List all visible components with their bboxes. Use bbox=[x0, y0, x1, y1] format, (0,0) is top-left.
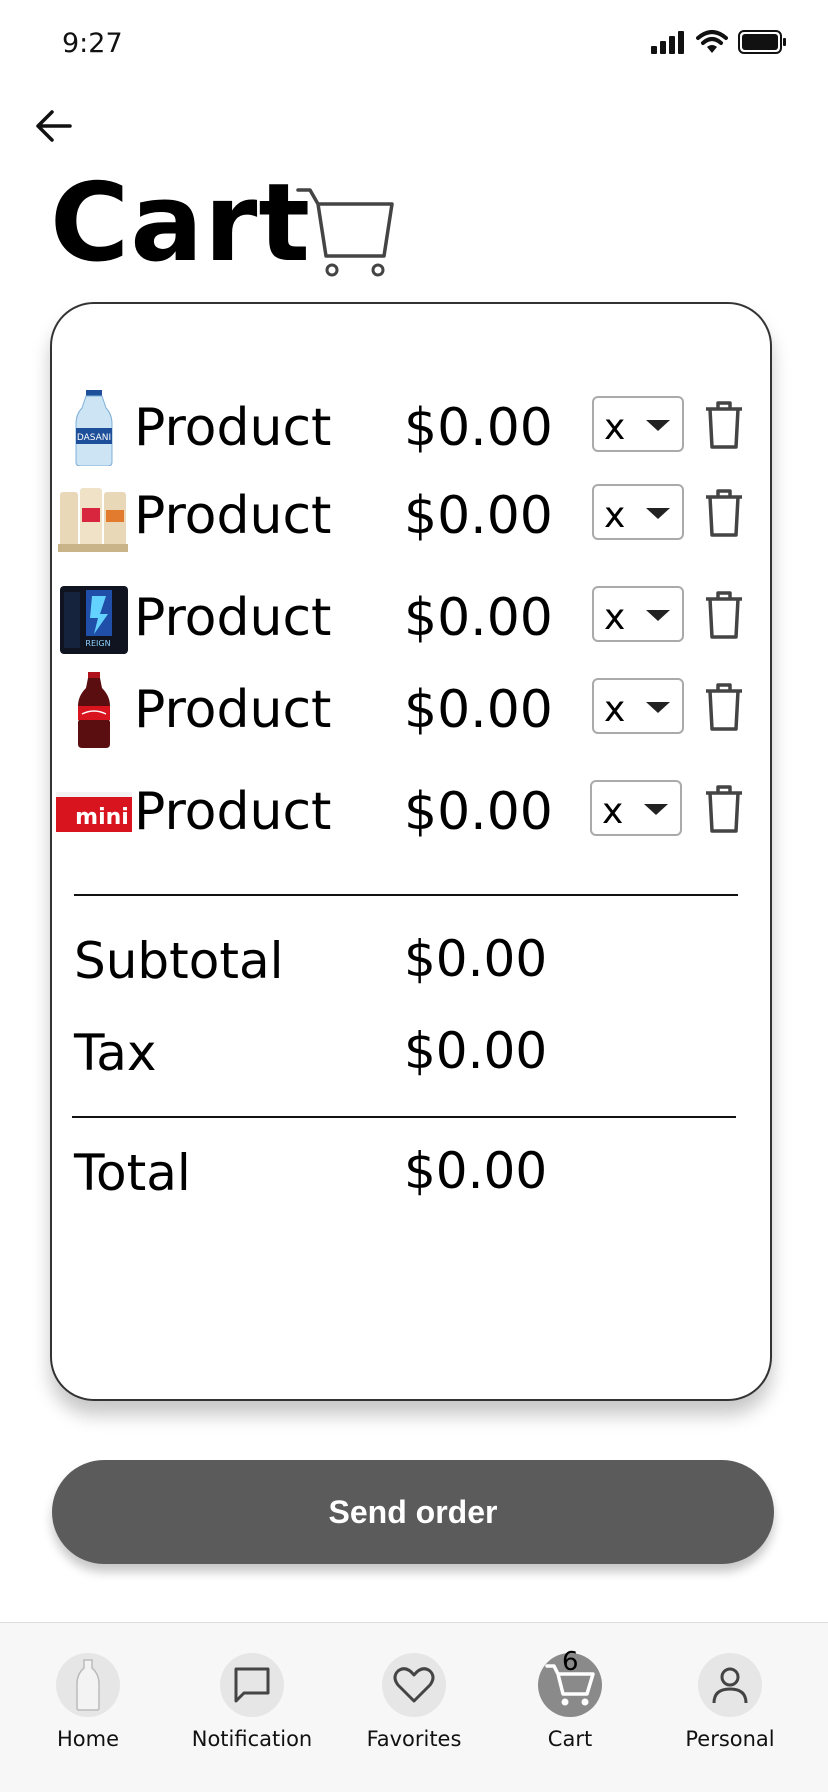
item-name: Product bbox=[134, 782, 332, 842]
caret-down-icon bbox=[646, 702, 670, 713]
tab-icon-circle bbox=[698, 1653, 762, 1717]
subtotal-value: $0.00 bbox=[404, 930, 548, 988]
cola-bottle-thumbnail bbox=[78, 672, 110, 748]
cart-card: DASANI Product $0.00 x Product $0.00 x R… bbox=[50, 302, 772, 1401]
item-price: $0.00 bbox=[404, 486, 553, 546]
svg-text:mini: mini bbox=[75, 805, 129, 830]
status-icons bbox=[650, 30, 788, 54]
signal-icon bbox=[651, 31, 684, 54]
quantity-value: x bbox=[604, 495, 626, 536]
cart-item: Product $0.00 x bbox=[52, 668, 770, 748]
energy-drink-box-thumbnail: REIGN bbox=[60, 586, 128, 654]
total-value: $0.00 bbox=[404, 1142, 548, 1200]
cart-item: Product $0.00 x bbox=[52, 474, 770, 554]
tax-value: $0.00 bbox=[404, 1022, 548, 1080]
item-name: Product bbox=[134, 398, 332, 458]
cart-count-badge: 6 bbox=[562, 1647, 579, 1677]
send-order-button[interactable]: Send order bbox=[52, 1460, 774, 1564]
status-time: 9:27 bbox=[62, 28, 123, 59]
tab-favorites[interactable]: Favorites bbox=[344, 1653, 484, 1751]
bottle-icon bbox=[76, 1659, 100, 1711]
svg-text:REIGN: REIGN bbox=[85, 639, 110, 648]
tab-bar: Home Notification Favorites 6 Cart Perso… bbox=[0, 1622, 828, 1792]
person-icon bbox=[712, 1667, 748, 1704]
tab-label: Notification bbox=[191, 1727, 313, 1751]
tab-icon-circle: 6 bbox=[538, 1647, 602, 1717]
quantity-value: x bbox=[602, 791, 624, 832]
coffee-drink-pack-thumbnail bbox=[58, 488, 128, 552]
cart-item: mini Product $0.00 x bbox=[52, 770, 770, 850]
trash-icon[interactable] bbox=[704, 682, 744, 732]
item-name: Product bbox=[134, 486, 332, 546]
page-title: Cart bbox=[50, 161, 312, 286]
quantity-dropdown[interactable]: x bbox=[592, 484, 684, 540]
caret-down-icon bbox=[646, 508, 670, 519]
tab-cart[interactable]: 6 Cart bbox=[500, 1647, 640, 1751]
caret-down-icon bbox=[646, 610, 670, 621]
item-price: $0.00 bbox=[404, 588, 553, 648]
trash-icon[interactable] bbox=[704, 400, 744, 450]
heart-icon bbox=[393, 1667, 435, 1703]
quantity-dropdown[interactable]: x bbox=[590, 780, 682, 836]
quantity-value: x bbox=[604, 407, 626, 448]
cart-item: DASANI Product $0.00 x bbox=[52, 386, 770, 466]
divider bbox=[74, 894, 738, 896]
tab-icon-circle bbox=[56, 1653, 120, 1717]
chat-bubble-icon bbox=[234, 1667, 270, 1703]
trash-icon[interactable] bbox=[704, 488, 744, 538]
item-price: $0.00 bbox=[404, 782, 553, 842]
wifi-icon bbox=[696, 30, 728, 53]
trash-icon[interactable] bbox=[704, 784, 744, 834]
tab-personal[interactable]: Personal bbox=[660, 1653, 800, 1751]
quantity-value: x bbox=[604, 689, 626, 730]
tab-notification[interactable]: Notification bbox=[182, 1653, 322, 1751]
item-price: $0.00 bbox=[404, 398, 553, 458]
quantity-value: x bbox=[604, 597, 626, 638]
total-label: Total bbox=[74, 1144, 191, 1202]
tab-home[interactable]: Home bbox=[18, 1653, 158, 1751]
tab-label: Home bbox=[56, 1727, 119, 1751]
tab-icon-circle bbox=[382, 1653, 446, 1717]
svg-text:DASANI: DASANI bbox=[77, 433, 111, 443]
item-price: $0.00 bbox=[404, 680, 553, 740]
quantity-dropdown[interactable]: x bbox=[592, 586, 684, 642]
subtotal-label: Subtotal bbox=[74, 932, 284, 990]
battery-icon bbox=[738, 30, 786, 54]
tab-icon-circle bbox=[220, 1653, 284, 1717]
cart-icon bbox=[296, 188, 394, 277]
quantity-dropdown[interactable]: x bbox=[592, 678, 684, 734]
quantity-dropdown[interactable]: x bbox=[592, 396, 684, 452]
cart-item: REIGN Product $0.00 x bbox=[52, 576, 770, 656]
mini-can-pack-thumbnail: mini bbox=[56, 792, 132, 832]
back-arrow-icon[interactable] bbox=[32, 104, 76, 148]
item-name: Product bbox=[134, 680, 332, 740]
caret-down-icon bbox=[646, 420, 670, 431]
divider bbox=[72, 1116, 736, 1118]
tab-label: Personal bbox=[685, 1727, 775, 1751]
tab-label: Favorites bbox=[366, 1727, 462, 1751]
caret-down-icon bbox=[644, 804, 668, 815]
water-bottle-thumbnail: DASANI bbox=[75, 390, 113, 466]
item-name: Product bbox=[134, 588, 332, 648]
tab-label: Cart bbox=[547, 1727, 593, 1751]
tax-label: Tax bbox=[74, 1024, 157, 1082]
trash-icon[interactable] bbox=[704, 590, 744, 640]
